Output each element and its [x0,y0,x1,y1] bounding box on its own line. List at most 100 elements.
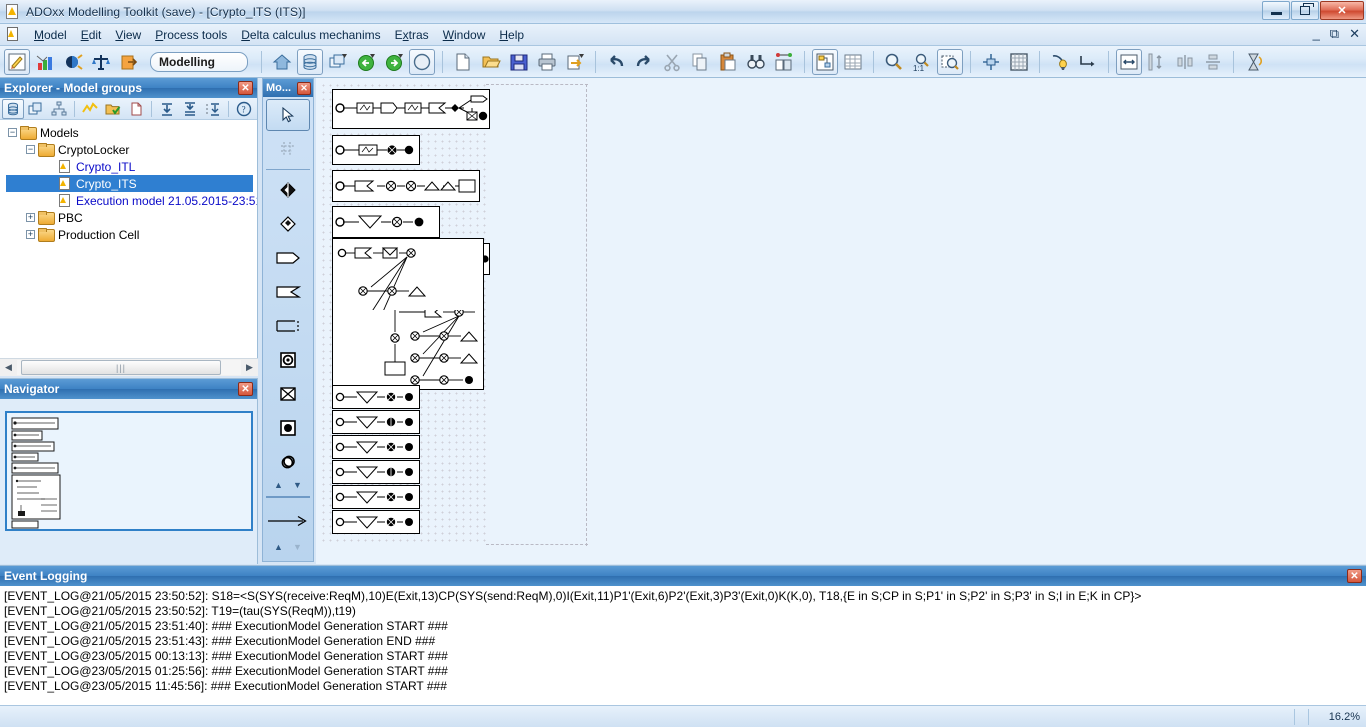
analysis-mode-icon[interactable] [32,49,58,75]
process-diagram-row[interactable] [332,170,480,202]
process-diagram-row[interactable] [332,135,420,165]
grid-snap-tool[interactable] [266,133,310,165]
forward-arrow-icon[interactable] [381,49,407,75]
expand-selection-icon[interactable] [202,99,224,119]
dot-in-square-tool[interactable] [266,412,310,444]
menu-item-view[interactable]: View [108,25,148,45]
tree-node-production-cell[interactable]: + Production Cell [6,226,257,243]
decision-diamond-tool[interactable] [266,208,310,240]
save-icon[interactable] [506,49,532,75]
mdi-close-button[interactable]: ✕ [1349,27,1360,41]
expand-all-icon[interactable] [156,99,178,119]
connector-icon[interactable] [1075,49,1101,75]
center-crosshair-icon[interactable] [978,49,1004,75]
menu-item-help[interactable]: Help [492,25,531,45]
model-drawing-canvas[interactable] [316,78,1366,564]
connector-scroll-up-icon[interactable]: ▲ [274,542,283,552]
zoom-fit-icon[interactable] [937,48,963,75]
undo-icon[interactable] [603,49,629,75]
explorer-close-icon[interactable]: ✕ [238,81,253,95]
tree-expander[interactable]: + [26,230,35,239]
find-binoculars-icon[interactable] [743,49,769,75]
evaluation-mode-icon[interactable] [88,49,114,75]
explorer-horizontal-scrollbar[interactable]: ◀ ||| ▶ [0,358,258,376]
select-pointer-tool[interactable] [266,99,310,131]
paste-icon[interactable] [715,49,741,75]
process-diagram-branching-lower[interactable] [332,306,484,390]
double-circle-tool[interactable] [266,446,310,478]
menu-item-edit[interactable]: Edit [74,25,109,45]
model-windows-icon[interactable] [25,99,47,119]
tree-node-execution-model[interactable]: Execution model 21.05.2015-23:51 [6,192,257,209]
align-width-icon[interactable] [1116,48,1142,75]
collapse-all-icon[interactable] [179,99,201,119]
process-diagram-row[interactable] [332,410,420,434]
model-hierarchy-icon[interactable] [48,99,70,119]
tree-expander[interactable]: − [8,128,17,137]
zoom-level-indicator[interactable]: 16.2% [1308,708,1366,725]
modelling-mode-icon[interactable] [4,48,30,75]
circle-in-square-tool[interactable] [266,344,310,376]
analysis-chart-icon[interactable] [79,99,101,119]
export-icon[interactable] [562,49,588,75]
navigator-close-icon[interactable]: ✕ [238,382,253,396]
tree-expander[interactable]: − [26,145,35,154]
crossed-square-tool[interactable] [266,378,310,410]
palette-scroll-up-icon[interactable]: ▲ [274,480,283,490]
replace-icon[interactable] [771,49,797,75]
app-menu-icon[interactable] [5,26,21,43]
zoom-icon[interactable] [881,49,907,75]
table-view-icon[interactable] [840,49,866,75]
cut-scissors-icon[interactable] [659,49,685,75]
new-document-icon[interactable] [450,49,476,75]
new-model-icon[interactable] [125,99,147,119]
connector-scroll-down-icon[interactable]: ▼ [293,542,302,552]
draw-pen-icon[interactable] [1047,49,1073,75]
palette-close-icon[interactable]: ✕ [297,81,311,95]
tree-node-pbc[interactable]: + PBC [6,209,257,226]
close-button[interactable]: ✕ [1320,1,1364,20]
notch-flag-tool[interactable] [266,276,310,308]
tree-node-models[interactable]: − Models [6,124,257,141]
event-log-close-icon[interactable]: ✕ [1347,569,1362,583]
copy-icon[interactable] [687,49,713,75]
tree-node-cryptolocker[interactable]: − CryptoLocker [6,141,257,158]
hourglass-icon[interactable] [1241,49,1267,75]
menu-item-extras[interactable]: Extras [388,25,436,45]
process-diagram-row[interactable] [332,206,440,238]
tree-expander[interactable]: + [26,213,35,222]
align-center-horizontal-icon[interactable] [1172,49,1198,75]
scroll-thumb[interactable]: ||| [21,360,221,375]
database-icon[interactable] [297,48,323,75]
zoom-actual-size-icon[interactable]: 1:1 [909,49,935,75]
tree-node-crypto-its[interactable]: Crypto_ITS [6,175,253,192]
grid-icon[interactable] [1006,49,1032,75]
tree-node-crypto-itl[interactable]: Crypto_ITL [6,158,257,175]
menu-item-window[interactable]: Window [436,25,493,45]
process-diagram-row[interactable] [332,435,420,459]
back-arrow-icon[interactable] [353,49,379,75]
align-middle-icon[interactable] [1200,49,1226,75]
bidirectional-node-tool[interactable] [266,174,310,206]
help-icon[interactable]: ? [233,99,255,119]
minimize-button[interactable] [1262,1,1290,20]
process-diagram-row[interactable] [332,510,420,534]
menu-item-delta-calculus[interactable]: Delta calculus mechanims [234,25,387,45]
scroll-track[interactable]: ||| [17,360,241,375]
navigator-overview[interactable] [5,411,253,531]
home-icon[interactable] [269,49,295,75]
scroll-left-icon[interactable]: ◀ [0,360,17,376]
dashed-rectangle-tool[interactable] [266,310,310,342]
windows-cascade-icon[interactable] [325,49,351,75]
process-diagram-row[interactable] [332,89,490,129]
scroll-right-icon[interactable]: ▶ [241,360,258,376]
menu-item-process-tools[interactable]: Process tools [148,25,234,45]
compass-icon[interactable] [409,48,435,75]
distribute-vertical-icon[interactable] [1144,49,1170,75]
process-diagram-row[interactable] [332,485,420,509]
palette-scroll-down-icon[interactable]: ▼ [293,480,302,490]
mdi-restore-button[interactable]: ⧉ [1330,27,1339,41]
simulation-mode-icon[interactable] [60,49,86,75]
print-icon[interactable] [534,49,560,75]
maximize-button[interactable] [1291,1,1319,20]
